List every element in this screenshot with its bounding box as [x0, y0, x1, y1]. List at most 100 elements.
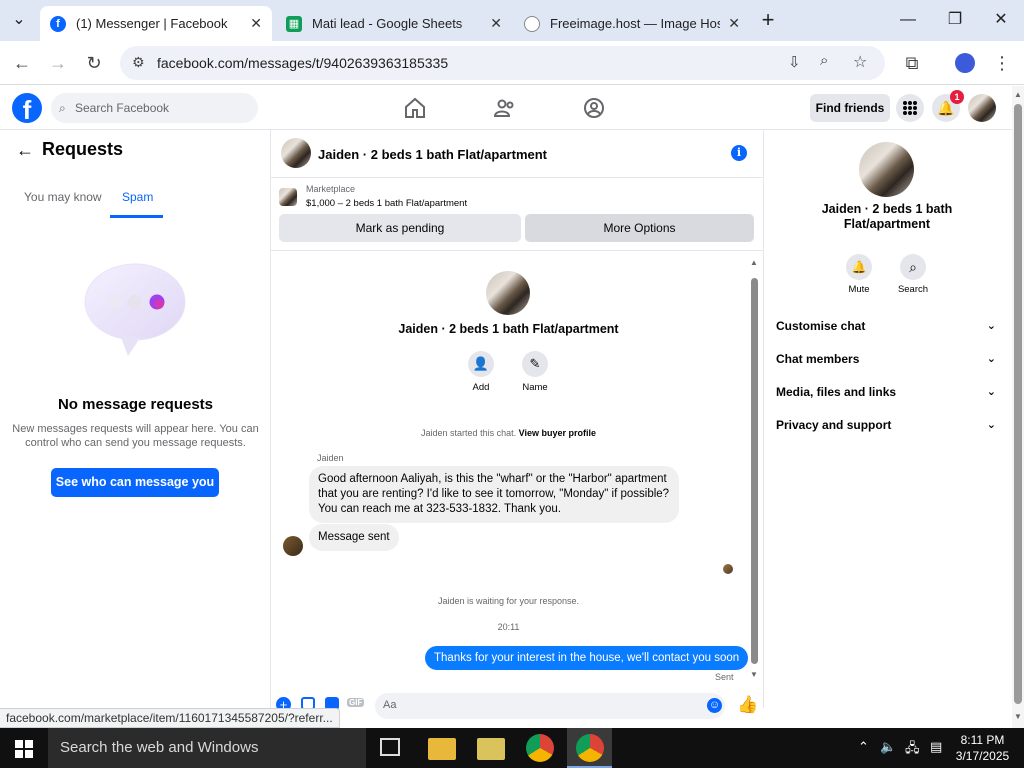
info-avatar[interactable]	[859, 142, 914, 197]
row-label: Privacy and support	[776, 418, 892, 432]
find-friends-button[interactable]: Find friends	[810, 94, 890, 122]
page-scrollbar[interactable]: ▲ ▼	[1012, 86, 1024, 728]
home-icon[interactable]	[403, 96, 427, 120]
chat-members-row[interactable]: Chat members ⌄	[776, 352, 1000, 366]
emoji-icon[interactable]: ☺	[707, 698, 722, 713]
requests-panel: ← Requests You may know Spam No message …	[0, 130, 271, 708]
file-explorer-icon[interactable]	[428, 738, 456, 760]
incoming-message[interactable]: Good afternoon Aaliyah, is this the "wha…	[309, 466, 679, 523]
zoom-icon[interactable]: ⌕	[820, 52, 828, 69]
close-icon[interactable]: ✕	[728, 15, 740, 32]
new-tab-icon[interactable]: +	[753, 8, 783, 32]
chevron-down-icon: ⌄	[986, 353, 996, 365]
clock[interactable]: 8:11 PM 3/17/2025	[955, 732, 1010, 764]
site-info-icon[interactable]: ⚙	[132, 54, 145, 71]
bookmark-star-icon[interactable]: ☆	[853, 52, 867, 72]
facebook-logo-icon[interactable]: f	[12, 93, 42, 123]
view-buyer-profile-link[interactable]: View buyer profile	[519, 428, 596, 438]
window-close-icon[interactable]: ✕	[986, 8, 1016, 32]
row-label: Customise chat	[776, 319, 866, 333]
close-icon[interactable]: ✕	[490, 15, 502, 32]
gif-icon[interactable]: GIF	[347, 698, 365, 707]
close-icon[interactable]: ✕	[250, 15, 262, 32]
search-icon: ⌕	[59, 101, 66, 115]
info-name: Jaiden · 2 beds 1 bath Flat/apartment	[821, 202, 953, 231]
groups-icon[interactable]	[582, 96, 606, 120]
tab-label: (1) Messenger | Facebook	[76, 16, 228, 31]
tray-chevron-icon[interactable]: ⌃	[858, 739, 869, 755]
clock-time: 8:11 PM	[960, 733, 1005, 747]
tab-freeimage[interactable]: Freeimage.host — Image Hosti ✕	[514, 6, 750, 41]
notifications-tray-icon[interactable]: ▤	[930, 739, 942, 755]
tab-messenger[interactable]: f (1) Messenger | Facebook ✕	[40, 6, 272, 41]
chat-profile-avatar[interactable]	[486, 271, 530, 315]
task-view-icon[interactable]	[380, 738, 400, 756]
minimize-icon[interactable]: —	[893, 8, 923, 32]
back-arrow-icon[interactable]: ←	[16, 140, 34, 161]
message-input-placeholder: Aa	[383, 699, 397, 711]
listing-title[interactable]: $1,000 – 2 beds 1 bath Flat/apartment	[306, 198, 467, 209]
scroll-down-icon[interactable]: ▼	[750, 670, 758, 679]
install-app-icon[interactable]: ⇩	[788, 53, 801, 71]
freeimage-favicon-icon	[524, 15, 540, 32]
chat-profile-name: Jaiden · 2 beds 1 bath Flat/apartment	[398, 322, 619, 336]
url-text[interactable]: facebook.com/messages/t/9402639363185335	[157, 55, 448, 71]
mute-bell-icon[interactable]: 🔔	[846, 254, 872, 280]
chrome-icon	[576, 734, 604, 762]
edit-name-icon[interactable]: ✎	[522, 351, 548, 377]
account-avatar[interactable]	[968, 94, 996, 122]
more-options-button[interactable]: More Options	[525, 214, 754, 242]
chat-scrollbar[interactable]	[751, 278, 758, 664]
outgoing-message[interactable]: Thanks for your interest in the house, w…	[425, 646, 749, 670]
volume-icon[interactable]: 🔈	[880, 739, 896, 755]
forward-icon[interactable]: →	[46, 51, 70, 75]
tab-google-sheets[interactable]: ▦ Mati lead - Google Sheets ✕	[276, 6, 512, 41]
scrollbar-thumb[interactable]	[1014, 104, 1022, 704]
waiting-notice: Jaiden is waiting for your response.	[437, 596, 580, 606]
media-files-links-row[interactable]: Media, files and links ⌄	[776, 385, 1000, 399]
tab-search-icon[interactable]: ⌄	[4, 8, 34, 32]
started-text: Jaiden started this chat.	[421, 428, 517, 438]
listing-thumbnail[interactable]	[279, 188, 297, 206]
extensions-icon[interactable]: ⧉	[900, 51, 924, 75]
scroll-up-icon[interactable]: ▲	[1014, 90, 1022, 99]
taskbar-search[interactable]: Search the web and Windows	[48, 728, 366, 768]
sender-avatar[interactable]	[283, 536, 303, 556]
chat-message-area[interactable]: Jaiden · 2 beds 1 bath Flat/apartment 👤 …	[271, 252, 763, 686]
active-chrome-taskbar-item[interactable]	[567, 728, 612, 768]
folder-app-icon[interactable]	[477, 738, 505, 760]
privacy-support-row[interactable]: Privacy and support ⌄	[776, 418, 1000, 432]
incoming-message[interactable]: Message sent	[309, 524, 399, 551]
chat-avatar[interactable]	[281, 138, 311, 168]
scroll-up-icon[interactable]: ▲	[750, 258, 758, 267]
tab-you-may-know[interactable]: You may know	[24, 190, 102, 204]
mark-as-pending-button[interactable]: Mark as pending	[279, 214, 521, 242]
friends-icon[interactable]	[493, 96, 517, 120]
back-icon[interactable]: ←	[10, 51, 34, 75]
network-icon[interactable]: 🖧	[905, 739, 920, 761]
reload-icon[interactable]: ↻	[82, 51, 106, 75]
menu-kebab-icon[interactable]: ⋮	[990, 51, 1014, 75]
clock-date: 3/17/2025	[955, 749, 1010, 763]
like-thumb-icon[interactable]: 👍	[737, 695, 758, 715]
facebook-header: f ⌕ Search Facebook Find friends 🔔 1	[0, 86, 1012, 130]
customise-chat-row[interactable]: Customise chat ⌄	[776, 319, 1000, 333]
message-input[interactable]: Aa ☺	[375, 693, 725, 719]
chat-title[interactable]: Jaiden · 2 beds 1 bath Flat/apartment	[318, 147, 547, 162]
restore-icon[interactable]: ❐	[940, 8, 970, 32]
tab-spam[interactable]: Spam	[122, 190, 153, 204]
search-icon[interactable]: ⌕	[900, 254, 926, 280]
address-bar[interactable]: ⚙ facebook.com/messages/t/94026393631853…	[120, 46, 885, 80]
browser-tab-bar: ⌄ f (1) Messenger | Facebook ✕ ▦ Mati le…	[0, 0, 1024, 41]
see-who-can-message-button[interactable]: See who can message you	[51, 468, 219, 497]
info-icon[interactable]: i	[731, 145, 747, 161]
chrome-icon[interactable]	[526, 734, 554, 762]
menu-grid-icon[interactable]	[896, 94, 924, 122]
add-person-icon[interactable]: 👤	[468, 351, 494, 377]
empty-chat-bubble-icon	[84, 263, 186, 356]
facebook-search-input[interactable]: ⌕ Search Facebook	[51, 93, 258, 123]
windows-taskbar: Search the web and Windows ⌃ 🔈 🖧 ▤ 8:11 …	[0, 728, 1024, 768]
scroll-down-icon[interactable]: ▼	[1014, 712, 1022, 721]
windows-start-icon[interactable]	[15, 740, 33, 758]
profile-avatar-icon[interactable]	[955, 53, 975, 73]
